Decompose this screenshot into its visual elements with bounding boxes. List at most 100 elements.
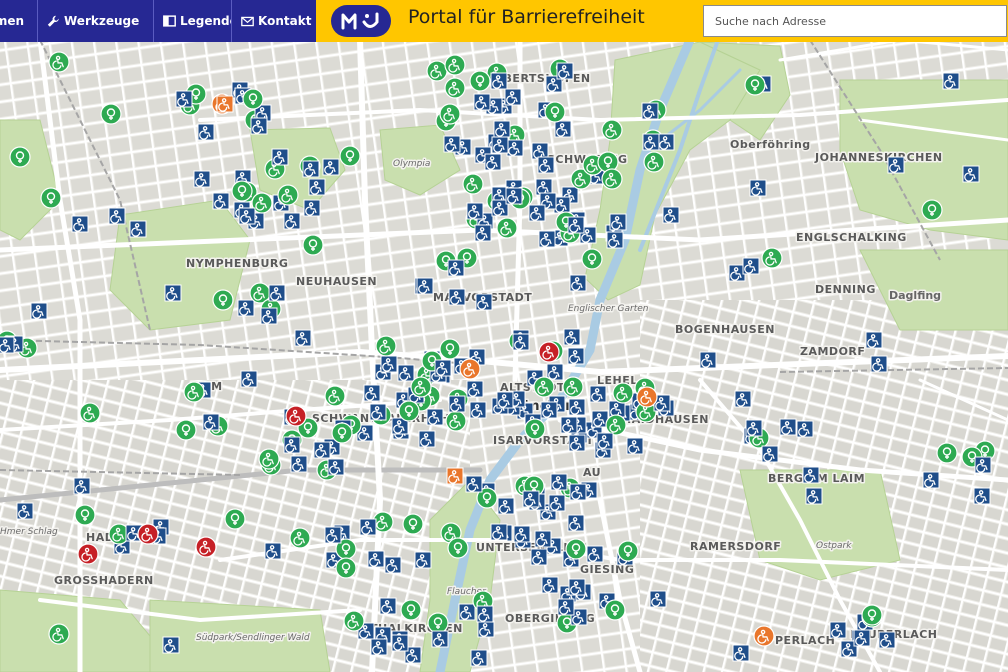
accessible-toilet-marker[interactable] [212,289,234,311]
accessible-toilet-marker[interactable] [183,381,205,403]
accessible-toilet-marker[interactable] [40,187,62,209]
accessible-building-marker[interactable] [250,117,268,135]
accessible-building-marker[interactable] [541,576,559,594]
accessible-toilet-marker[interactable] [48,623,70,645]
accessible-building-marker[interactable] [749,179,767,197]
accessible-toilet-marker[interactable] [496,217,518,239]
accessible-building-marker[interactable] [359,518,377,536]
accessible-building-marker[interactable] [458,603,476,621]
accessible-toilet-marker[interactable] [533,376,555,398]
accessible-building-marker[interactable] [829,621,847,639]
accessible-building-marker[interactable] [546,363,564,381]
accessible-building-marker[interactable] [370,638,388,656]
accessible-building-marker[interactable] [416,277,434,295]
accessible-toilet-marker[interactable] [601,119,623,141]
accessible-toilet-marker[interactable] [861,604,883,626]
accessible-building-marker[interactable] [557,598,575,616]
inaccessible-toilet-marker[interactable] [77,543,99,565]
accessible-toilet-marker[interactable] [331,422,353,444]
accessible-building-marker[interactable] [493,120,511,138]
accessible-toilet-marker[interactable] [398,400,420,422]
accessible-building-marker[interactable] [649,590,667,608]
accessible-building-marker[interactable] [212,192,230,210]
accessible-building-marker[interactable] [443,135,461,153]
accessible-toilet-marker[interactable] [402,513,424,535]
accessible-building-marker[interactable] [642,133,660,151]
accessible-building-marker[interactable] [469,401,487,419]
accessible-building-marker[interactable] [942,72,960,90]
accessible-building-marker[interactable] [474,224,492,242]
accessible-toilet-marker[interactable] [224,508,246,530]
accessible-building-marker[interactable] [802,466,820,484]
accessible-toilet-marker[interactable] [74,504,96,526]
accessible-building-marker[interactable] [609,213,627,231]
inaccessible-toilet-marker[interactable] [285,405,307,427]
accessible-building-marker[interactable] [162,636,180,654]
accessible-building-marker[interactable] [496,391,514,409]
accessible-building-marker[interactable] [473,93,491,111]
accessible-toilet-marker[interactable] [447,537,469,559]
accessible-building-marker[interactable] [0,336,15,354]
accessible-building-marker[interactable] [554,120,572,138]
accessible-building-marker[interactable] [538,230,556,248]
accessible-building-marker[interactable] [283,212,301,230]
nav-item-legende[interactable]: Legende [154,0,232,42]
accessible-toilet-marker[interactable] [444,54,466,76]
accessible-building-marker[interactable] [271,148,289,166]
accessible-building-marker[interactable] [418,430,436,448]
accessible-building-marker[interactable] [283,436,301,454]
accessible-building-marker[interactable] [264,542,282,560]
accessible-building-marker[interactable] [268,284,286,302]
accessible-building-marker[interactable] [568,578,586,596]
accessible-building-marker[interactable] [569,274,587,292]
accessible-building-marker[interactable] [589,385,607,403]
accessible-building-marker[interactable] [534,530,552,548]
limited-toilet-marker[interactable] [753,625,775,647]
accessible-toilet-marker[interactable] [79,402,101,424]
accessible-toilet-marker[interactable] [617,540,639,562]
accessible-toilet-marker[interactable] [302,234,324,256]
nav-item-themen[interactable]: men [0,0,38,42]
accessible-building-marker[interactable] [528,204,546,222]
accessible-toilet-marker[interactable] [100,103,122,125]
nav-item-kontakt[interactable]: Kontakt [232,0,316,42]
accessible-building-marker[interactable] [586,545,604,563]
accessible-building-marker[interactable] [506,139,524,157]
accessible-building-marker[interactable] [465,475,483,493]
accessible-building-marker[interactable] [30,302,48,320]
accessible-building-marker[interactable] [71,215,89,233]
partially-accessible-marker[interactable] [446,467,464,485]
accessible-building-marker[interactable] [322,158,340,176]
accessible-toilet-marker[interactable] [643,151,665,173]
accessible-building-marker[interactable] [490,72,508,90]
accessible-building-marker[interactable] [475,293,493,311]
accessible-toilet-marker[interactable] [562,376,584,398]
accessible-toilet-marker[interactable] [339,145,361,167]
accessible-toilet-marker[interactable] [601,168,623,190]
accessible-toilet-marker[interactable] [335,557,357,579]
accessible-building-marker[interactable] [447,259,465,277]
accessible-building-marker[interactable] [513,525,531,543]
accessible-toilet-marker[interactable] [439,103,461,125]
accessible-toilet-marker[interactable] [9,146,31,168]
inaccessible-toilet-marker[interactable] [137,523,159,545]
accessible-toilet-marker[interactable] [605,414,627,436]
accessible-building-marker[interactable] [129,220,147,238]
accessible-building-marker[interactable] [426,408,444,426]
accessible-building-marker[interactable] [540,401,558,419]
limited-toilet-marker[interactable] [459,358,481,380]
accessible-toilet-marker[interactable] [445,410,467,432]
accessible-building-marker[interactable] [530,548,548,566]
accessible-building-marker[interactable] [761,445,779,463]
accessible-building-marker[interactable] [240,370,258,388]
accessible-toilet-marker[interactable] [544,101,566,123]
accessible-building-marker[interactable] [466,380,484,398]
accessible-building-marker[interactable] [202,413,220,431]
accessible-building-marker[interactable] [324,526,342,544]
accessible-toilet-marker[interactable] [400,599,422,621]
accessible-toilet-marker[interactable] [175,419,197,441]
accessible-building-marker[interactable] [367,550,385,568]
accessible-building-marker[interactable] [887,156,905,174]
accessible-building-marker[interactable] [779,418,797,436]
accessible-building-marker[interactable] [491,136,509,154]
